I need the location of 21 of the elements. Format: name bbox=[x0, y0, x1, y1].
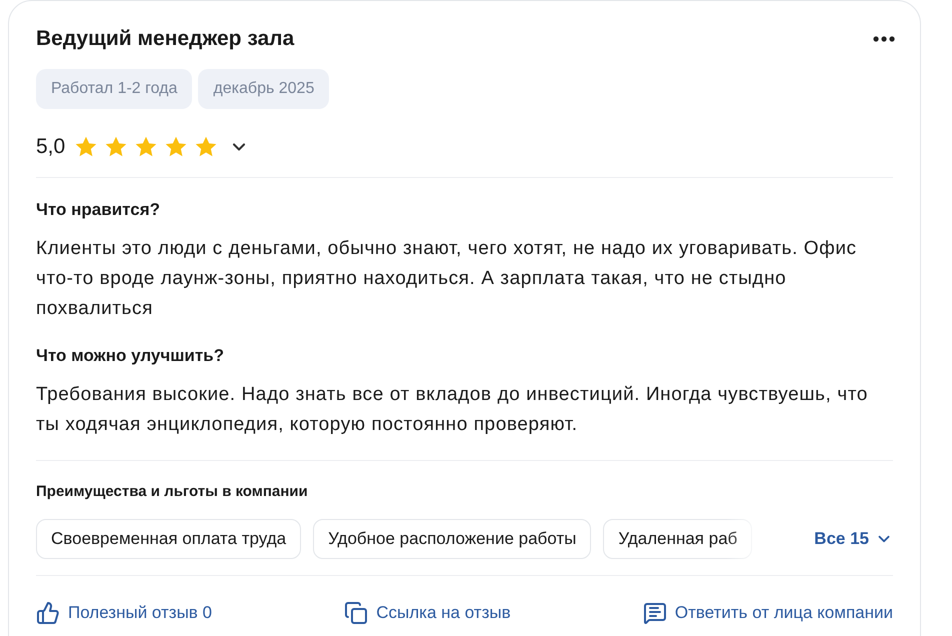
more-icon bbox=[873, 36, 895, 42]
more-button[interactable] bbox=[873, 36, 895, 42]
copy-icon bbox=[344, 600, 368, 625]
section-text: Требования высокие. Надо знать все от вкладов до инвестиций. Иногда чувствуешь, что ты ходячая энциклопедия, которую постоянно проверяют. bbox=[36, 382, 869, 436]
section-heading: Что нравится? bbox=[36, 198, 162, 220]
tag: Работал 1-2 года bbox=[36, 69, 192, 109]
section-text: Клиенты это люди с деньгами, обычно знают, чего хотят, не надо их уговаривать. Офис что-то вроде лаунж-зоны, приятно находиться. А зарплата такая, что не стыдно похвалиться bbox=[36, 236, 858, 320]
review-title: Ведущий менеджер зала bbox=[36, 26, 294, 52]
action-link[interactable]: Ответить от лица компании bbox=[642, 600, 893, 626]
benefits-heading: Преимущества и льготы в компании bbox=[36, 482, 309, 502]
section-heading: Что можно улучшить? bbox=[36, 344, 226, 366]
benefit-chip: Удаленная раб bbox=[603, 519, 752, 559]
rating-value: 5,0 bbox=[36, 134, 66, 160]
action-link[interactable]: Полезный отзыв 0 bbox=[36, 600, 212, 626]
action-link[interactable]: Ссылка на отзыв bbox=[344, 600, 511, 626]
show-all-button[interactable]: Все 15 bbox=[814, 526, 893, 552]
benefit-chip: Удобное расположение работы bbox=[313, 519, 592, 559]
message-icon bbox=[642, 600, 667, 625]
thumbs-up-icon bbox=[36, 600, 60, 625]
tag: декабрь 2025 bbox=[198, 69, 330, 109]
benefit-chip: Своевременная оплата труда bbox=[36, 519, 302, 559]
